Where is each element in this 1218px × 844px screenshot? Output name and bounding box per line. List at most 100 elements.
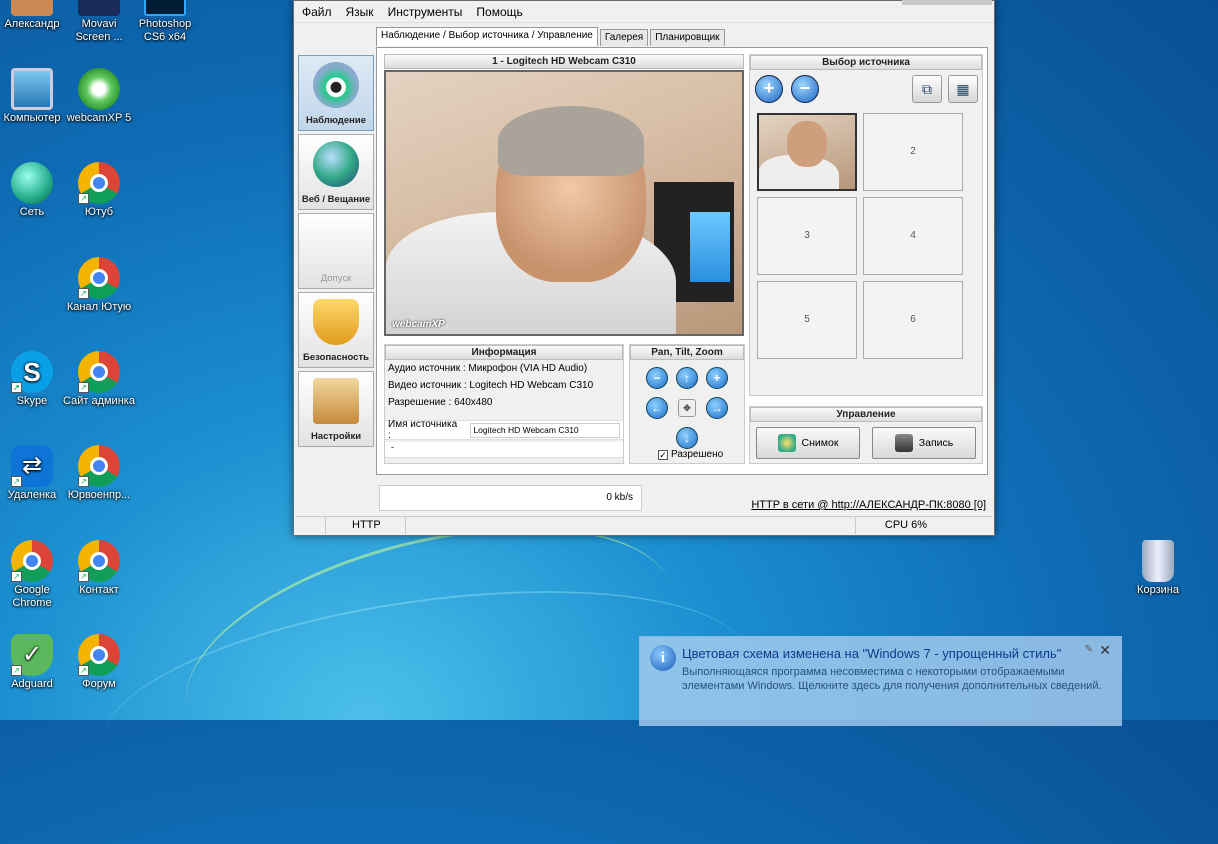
title-bar-buttons[interactable] bbox=[902, 0, 992, 5]
desktop-icon-label: Канал Ютую bbox=[66, 301, 132, 313]
desktop-icon-label: Photoshop CS6 x64 bbox=[138, 18, 192, 43]
video-title: 1 - Logitech HD Webcam C310 bbox=[384, 54, 744, 69]
desktop-icon-movavi[interactable]: Movavi Screen ... bbox=[63, 0, 135, 44]
tab-monitoring[interactable]: Наблюдение / Выбор источника / Управлени… bbox=[376, 27, 598, 46]
menu-bar: Файл Язык Инструменты Помощь bbox=[294, 1, 994, 23]
left-navigation: Наблюдение Веб / Вещание Допуск Безопасн… bbox=[298, 55, 374, 450]
desktop-icon-label: webcamXP 5 bbox=[66, 112, 132, 124]
nav-web-broadcast[interactable]: Веб / Вещание bbox=[298, 134, 374, 210]
color-scheme-notification[interactable]: i Цветовая схема изменена на "Windows 7 … bbox=[639, 636, 1122, 726]
close-icon[interactable]: ✕ bbox=[1099, 642, 1111, 659]
source-slot-6[interactable]: 6 bbox=[863, 281, 963, 359]
tab-scheduler[interactable]: Планировщик bbox=[650, 29, 725, 46]
desktop-icon-channel[interactable]: ↗ Канал Ютую bbox=[63, 257, 135, 314]
desktop-icon-user-folder[interactable]: Александр bbox=[0, 0, 68, 31]
adguard-icon: ✓ ↗ bbox=[11, 634, 53, 676]
control-section: Управление Снимок Запись bbox=[749, 406, 983, 464]
desktop-icon-label: Сайт админка bbox=[63, 395, 135, 407]
record-button[interactable]: Запись bbox=[872, 427, 976, 459]
source-slot-5[interactable]: 5 bbox=[757, 281, 857, 359]
tab-gallery[interactable]: Галерея bbox=[599, 29, 649, 46]
desktop-icon-skype[interactable]: S ↗ Skype bbox=[0, 351, 68, 408]
source-slot-4[interactable]: 4 bbox=[863, 197, 963, 275]
desktop-icon-contact[interactable]: ↗ Контакт bbox=[63, 540, 135, 597]
source-name-input[interactable] bbox=[470, 422, 620, 438]
desktop-icon-label: Сеть bbox=[19, 206, 45, 218]
info-section: Информация Аудио источник : Микрофон (VI… bbox=[384, 344, 624, 464]
pan-right-button[interactable]: → bbox=[706, 397, 728, 419]
desktop-icon-webcamxp[interactable]: webcamXP 5 bbox=[63, 68, 135, 125]
source-name-label: Имя источника : bbox=[388, 419, 458, 441]
pan-left-button[interactable]: ← bbox=[646, 397, 668, 419]
shortcut-arrow-icon: ↗ bbox=[11, 571, 22, 582]
snapshot-button[interactable]: Снимок bbox=[756, 427, 860, 459]
menu-tools[interactable]: Инструменты bbox=[388, 5, 463, 19]
desktop-icon-network[interactable]: Сеть bbox=[0, 162, 68, 219]
desktop-icon-google-chrome[interactable]: ↗ Google Chrome bbox=[0, 540, 68, 610]
status-cell-empty bbox=[296, 517, 326, 534]
snapshot-icon bbox=[777, 434, 796, 452]
desktop-icon-forum[interactable]: ↗ Форум bbox=[63, 634, 135, 691]
desktop-icon-site-admin[interactable]: ↗ Сайт админка bbox=[63, 351, 135, 408]
tilt-up-button[interactable]: ↑ bbox=[676, 367, 698, 389]
shortcut-arrow-icon: ↗ bbox=[11, 476, 22, 487]
desktop-icon-photoshop[interactable]: Photoshop CS6 x64 bbox=[129, 0, 201, 44]
add-source-button[interactable]: + bbox=[755, 75, 783, 103]
desktop-icon-label: Удаленка bbox=[7, 489, 57, 501]
ptz-enabled-checkbox[interactable]: ✓ bbox=[658, 449, 668, 460]
desktop-icon-label: Компьютер bbox=[3, 112, 61, 124]
ptz-enabled-toggle[interactable]: ✓ Разрешено bbox=[658, 449, 723, 460]
source-slot-3[interactable]: 3 bbox=[757, 197, 857, 275]
resolution: Разрешение : 640x480 bbox=[388, 397, 493, 408]
nav-security[interactable]: Безопасность bbox=[298, 292, 374, 368]
source-slot-1-preview[interactable] bbox=[757, 113, 857, 191]
chrome-icon: ↗ bbox=[78, 257, 120, 299]
zoom-out-button[interactable]: − bbox=[646, 367, 668, 389]
movavi-icon bbox=[78, 0, 120, 16]
desktop-icon-yurvoen[interactable]: ↗ Юрвоенпр... bbox=[63, 445, 135, 502]
ptz-section: Pan, Tilt, Zoom − ↑ + ← ✥ → ↓ ✓ Разрешен… bbox=[629, 344, 745, 464]
desktop-icon-label: Юрвоенпр... bbox=[67, 489, 131, 501]
video-preview[interactable]: webcamXP bbox=[384, 70, 744, 336]
nav-label: Безопасность bbox=[303, 352, 369, 363]
desktop-icon-label: Александр bbox=[4, 18, 60, 30]
network-icon bbox=[11, 162, 53, 204]
nav-access[interactable]: Допуск bbox=[298, 213, 374, 289]
desktop-icon-computer[interactable]: Компьютер bbox=[0, 68, 68, 125]
nav-label: Допуск bbox=[320, 273, 352, 284]
video-source: Видео источник : Logitech HD Webcam C310 bbox=[388, 380, 594, 391]
nav-monitoring[interactable]: Наблюдение bbox=[298, 55, 374, 131]
remove-source-button[interactable]: − bbox=[791, 75, 819, 103]
menu-language[interactable]: Язык bbox=[346, 5, 374, 19]
menu-help[interactable]: Помощь bbox=[476, 5, 522, 19]
source-properties-button[interactable]: ⧉ bbox=[912, 75, 942, 103]
source-slot-2[interactable]: 2 bbox=[863, 113, 963, 191]
ptz-enabled-label: Разрешено bbox=[671, 449, 724, 460]
pin-icon[interactable]: ✎ bbox=[1085, 644, 1093, 655]
status-protocol: HTTP bbox=[326, 517, 406, 534]
ptz-center-button[interactable]: ✥ bbox=[678, 399, 696, 417]
shortcut-arrow-icon: ↗ bbox=[11, 665, 22, 676]
desktop-icon-label: Skype bbox=[16, 395, 48, 407]
desktop-icon-recycle-bin[interactable]: Корзина bbox=[1122, 540, 1194, 597]
shortcut-arrow-icon: ↗ bbox=[78, 288, 89, 299]
source-selection-section: Выбор источника + − ⧉ ▦ 2 3 4 5 6 bbox=[749, 54, 983, 396]
desktop-icon-teamviewer[interactable]: ⇄ ↗ Удаленка bbox=[0, 445, 68, 502]
nav-settings[interactable]: Настройки bbox=[298, 371, 374, 447]
photoshop-icon bbox=[144, 0, 186, 16]
video-bg-screen bbox=[690, 212, 730, 282]
tilt-down-button[interactable]: ↓ bbox=[676, 427, 698, 449]
grid-layout-button[interactable]: ▦ bbox=[948, 75, 978, 103]
chrome-icon: ↗ bbox=[11, 540, 53, 582]
skype-icon: S ↗ bbox=[11, 351, 53, 393]
chrome-icon: ↗ bbox=[78, 445, 120, 487]
desktop-icon-adguard[interactable]: ✓ ↗ Adguard bbox=[0, 634, 68, 691]
http-server-link[interactable]: HTTP в сети @ http://АЛЕКСАНДР-ПК:8080 [… bbox=[751, 499, 986, 511]
globe-icon bbox=[313, 141, 359, 187]
desktop-icon-youtube[interactable]: ↗ Ютуб bbox=[63, 162, 135, 219]
menu-file[interactable]: Файл bbox=[302, 5, 332, 19]
webcamxp-watermark: webcamXP bbox=[392, 319, 445, 330]
info-title: Информация bbox=[385, 345, 623, 360]
zoom-in-button[interactable]: + bbox=[706, 367, 728, 389]
shortcut-arrow-icon: ↗ bbox=[11, 382, 22, 393]
